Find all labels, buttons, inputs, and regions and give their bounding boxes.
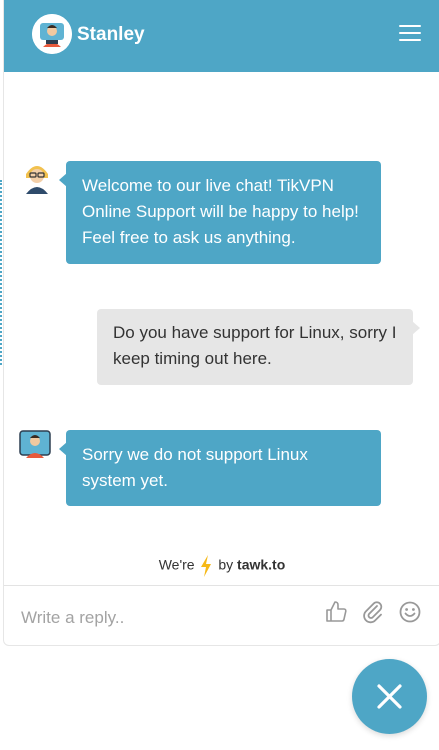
chat-message-agent: Welcome to our live chat! TikVPN Online … (59, 161, 381, 264)
smiley-icon[interactable] (398, 600, 422, 624)
reply-input[interactable] (21, 606, 301, 630)
tawkto-brand-link[interactable]: tawk.to (237, 557, 285, 573)
chat-message-agent: Sorry we do not support Linux system yet… (59, 430, 381, 506)
agent-avatar (32, 14, 72, 54)
composer-divider (4, 585, 439, 586)
hamburger-menu-icon[interactable] (399, 25, 421, 43)
agent-name: Stanley (77, 24, 145, 45)
chat-message-visitor: Do you have support for Linux, sorry I k… (97, 309, 420, 385)
paperclip-icon[interactable] (361, 600, 385, 624)
lightning-bolt-icon (201, 555, 212, 577)
powered-by: We're by tawk.to (4, 555, 439, 577)
close-icon (377, 684, 402, 709)
agent-avatar-welcome (20, 160, 54, 194)
chat-widget: Stanley Welcome to our live chat! TikVPN… (3, 0, 439, 646)
close-chat-button[interactable] (352, 659, 427, 734)
thumbs-up-icon[interactable] (324, 600, 348, 624)
chat-header: Stanley (4, 0, 439, 72)
agent-avatar-reply (18, 428, 52, 462)
powered-prefix: We're (158, 556, 195, 573)
powered-by-label: by (218, 556, 234, 573)
